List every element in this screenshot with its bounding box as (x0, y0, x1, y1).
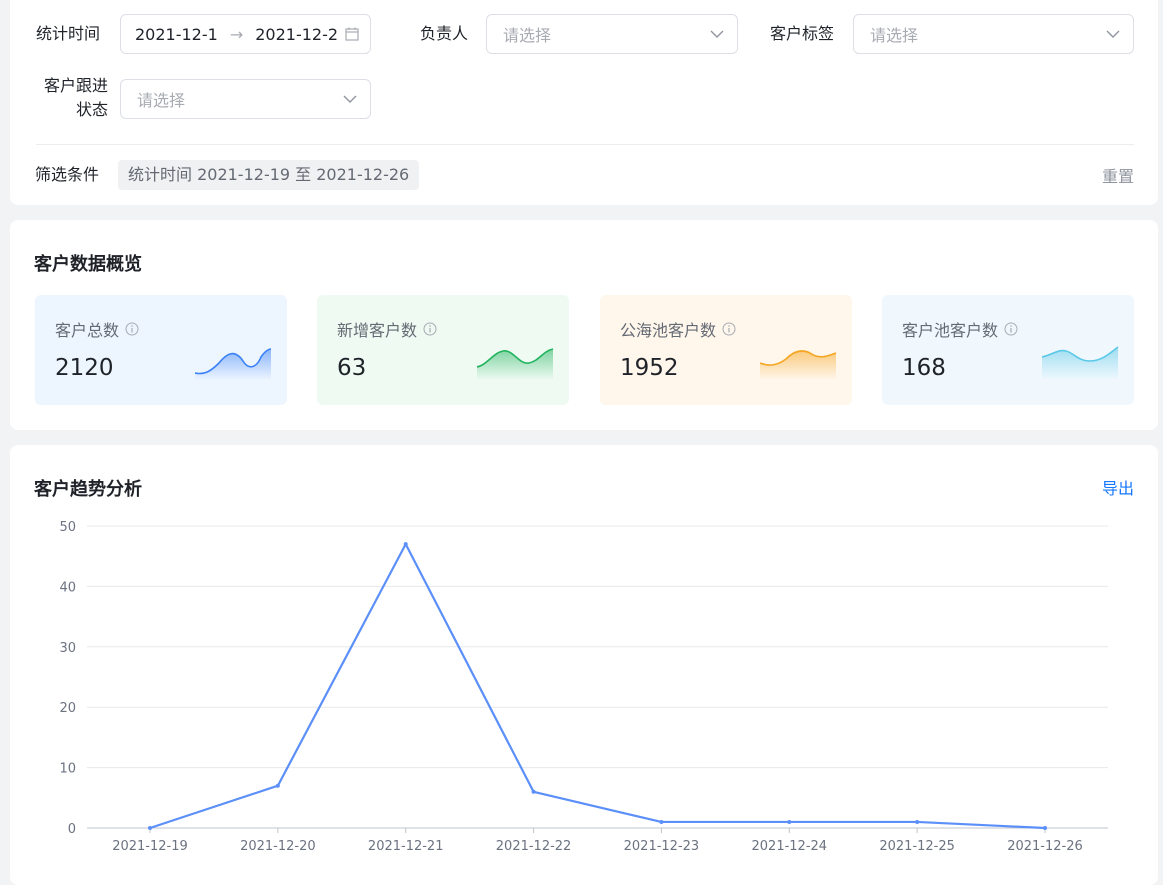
y-tick-label: 0 (68, 822, 76, 837)
stat-card-label-row: 客户总数 (55, 317, 139, 341)
stat-card-value: 2120 (55, 355, 114, 381)
date-start-input[interactable]: 2021-12-1 (121, 25, 218, 44)
y-tick-label: 50 (59, 520, 76, 535)
data-point[interactable] (275, 783, 280, 788)
x-tick-label: 2021-12-20 (240, 839, 316, 854)
follow-status-label-line1: 客户跟进 (43, 76, 108, 95)
range-arrow-icon: → (229, 24, 244, 44)
calendar-icon[interactable] (344, 26, 360, 42)
sparkline-chart (195, 348, 272, 379)
filter-divider (36, 144, 1134, 145)
data-point[interactable] (787, 819, 792, 824)
date-range-picker[interactable]: 2021-12-1 → 2021-12-2 (120, 14, 371, 54)
stat-card-label-row: 公海池客户数 (620, 317, 736, 341)
trend-panel: 客户趋势分析 导出 0 10 20 30 40 50 2021-12-19 2021-12-2… (10, 445, 1158, 885)
follow-status-label: 客户跟进 状态 (36, 74, 108, 122)
x-tick-label: 2021-12-23 (624, 839, 700, 854)
conditions-label: 筛选条件 (35, 165, 100, 184)
follow-status-label-line2: 状态 (75, 100, 108, 119)
chevron-down-icon (343, 95, 357, 103)
data-point[interactable] (148, 826, 152, 830)
tag-placeholder: 请选择 (870, 26, 919, 45)
date-end-input[interactable]: 2021-12-2 (255, 25, 338, 44)
stat-card-value: 1952 (620, 355, 679, 381)
y-tick-label: 20 (59, 701, 76, 716)
owner-label: 负责人 (420, 24, 469, 43)
x-tick-label: 2021-12-24 (752, 839, 828, 854)
info-icon[interactable] (423, 322, 437, 336)
info-icon[interactable] (1004, 322, 1018, 336)
data-point[interactable] (403, 542, 408, 547)
reset-button[interactable]: 重置 (1102, 163, 1134, 187)
stat-card-label: 公海池客户数 (620, 321, 717, 340)
stat-card: 公海池客户数 1952 (600, 295, 852, 405)
data-point[interactable] (531, 789, 536, 794)
chevron-down-icon (1106, 30, 1120, 38)
follow-status-placeholder: 请选择 (137, 91, 186, 110)
stat-card-label-row: 新增客户数 (337, 317, 437, 341)
stat-time-label: 统计时间 (36, 24, 101, 43)
owner-placeholder: 请选择 (503, 26, 552, 45)
stat-card-label-row: 客户池客户数 (902, 317, 1018, 341)
sparkline-chart (760, 350, 837, 379)
tag-select[interactable]: 请选择 (853, 14, 1134, 54)
info-icon[interactable] (722, 322, 736, 336)
overview-title: 客户数据概览 (34, 254, 142, 275)
stat-card-label: 客户总数 (55, 321, 120, 340)
x-tick-label: 2021-12-25 (879, 839, 955, 854)
sparkline-chart (1042, 346, 1119, 379)
condition-chip[interactable]: 统计时间 2021-12-19 至 2021-12-26 (118, 160, 420, 190)
stat-card-value: 168 (902, 355, 946, 381)
y-tick-label: 40 (59, 580, 76, 595)
overview-panel: 客户数据概览 客户总数 2120 新增客户数 63 公海池客户数 1952 客户… (10, 220, 1158, 430)
y-tick-label: 30 (59, 641, 76, 656)
y-tick-label: 10 (59, 762, 76, 777)
trend-line-chart: 0 10 20 30 40 50 2021-12-19 2021-12-20 2021-12-2… (59, 520, 1108, 854)
data-point[interactable] (659, 819, 664, 824)
info-icon[interactable] (125, 322, 139, 336)
follow-status-select[interactable]: 请选择 (120, 79, 371, 119)
x-tick-label: 2021-12-26 (1007, 839, 1083, 854)
x-tick-label: 2021-12-19 (112, 839, 188, 854)
owner-select[interactable]: 请选择 (486, 14, 738, 54)
stat-card: 新增客户数 63 (317, 295, 569, 405)
sparkline-chart (477, 348, 554, 379)
stat-card: 客户总数 2120 (35, 295, 287, 405)
stat-card-label: 新增客户数 (337, 321, 418, 340)
tag-label: 客户标签 (770, 24, 835, 43)
stat-card-label: 客户池客户数 (902, 321, 999, 340)
filter-panel: 统计时间 2021-12-1 → 2021-12-2 负责人 请选择 客户标签 … (10, 0, 1158, 205)
data-point[interactable] (915, 819, 920, 824)
chevron-down-icon (710, 30, 724, 38)
data-point[interactable] (1043, 826, 1047, 830)
x-tick-label: 2021-12-21 (368, 839, 444, 854)
stat-card-value: 63 (337, 355, 367, 381)
stat-card: 客户池客户数 168 (882, 295, 1134, 405)
x-tick-label: 2021-12-22 (496, 839, 572, 854)
